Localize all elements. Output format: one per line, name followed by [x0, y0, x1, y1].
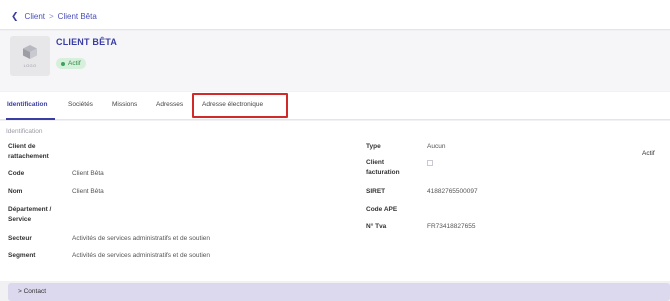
section-title: Identification — [6, 128, 43, 135]
label-code: Code — [8, 170, 25, 177]
label-departement: Département / Service — [8, 206, 52, 223]
tab-missions[interactable]: Missions — [112, 101, 137, 108]
label-client-facturation: Client facturation — [366, 159, 400, 176]
client-name: CLIENT BÊTA — [56, 37, 118, 47]
tab-identification[interactable]: Identification — [7, 101, 47, 108]
status-badge: Actif — [56, 58, 86, 69]
contact-section-toggle[interactable] — [8, 283, 670, 301]
active-tab-indicator — [6, 118, 55, 120]
status-label: Actif — [68, 60, 81, 67]
client-logo: LOGO — [10, 36, 50, 76]
label-code-ape: Code APE — [366, 206, 398, 213]
status-dot-icon — [61, 61, 65, 66]
label-siret: SIRET — [366, 188, 386, 195]
contact-label[interactable]: > Contact — [18, 288, 46, 295]
breadcrumb-current: Client Bêta — [57, 12, 97, 21]
tab-bar: Identification Sociétés Missions Adresse… — [0, 92, 670, 120]
label-secteur: Secteur — [8, 235, 32, 242]
highlight-annotation — [192, 93, 288, 118]
logo-placeholder-text: LOGO — [23, 63, 37, 68]
cube-icon — [23, 45, 37, 59]
value-siret: 41882765500097 — [427, 188, 478, 195]
label-type: Type — [366, 143, 381, 150]
tab-adresses[interactable]: Adresses — [156, 101, 183, 108]
client-facturation-checkbox[interactable] — [427, 160, 433, 166]
breadcrumb-separator: > — [49, 12, 54, 21]
value-segment: Activités de services administratifs et … — [72, 252, 211, 259]
value-secteur: Activités de services administratifs et … — [72, 235, 211, 242]
value-code: Client Bêta — [72, 170, 104, 177]
status-right: Actif — [642, 150, 655, 157]
chevron-left-icon[interactable]: ❮ — [11, 11, 19, 22]
label-tva: N° Tva — [366, 223, 387, 230]
value-tva: FR73418827655 — [427, 223, 476, 230]
label-client-rattachement: Client de rattachement — [8, 143, 49, 160]
value-nom: Client Bêta — [72, 188, 104, 195]
tab-societes[interactable]: Sociétés — [68, 101, 93, 108]
label-nom: Nom — [8, 188, 23, 195]
value-type: Aucun — [427, 143, 446, 150]
breadcrumb-root[interactable]: Client — [25, 12, 45, 21]
top-bar: ❮ Client > Client Bêta — [0, 0, 670, 30]
label-segment: Segment — [8, 252, 36, 259]
breadcrumb: ❮ Client > Client Bêta — [11, 11, 97, 22]
